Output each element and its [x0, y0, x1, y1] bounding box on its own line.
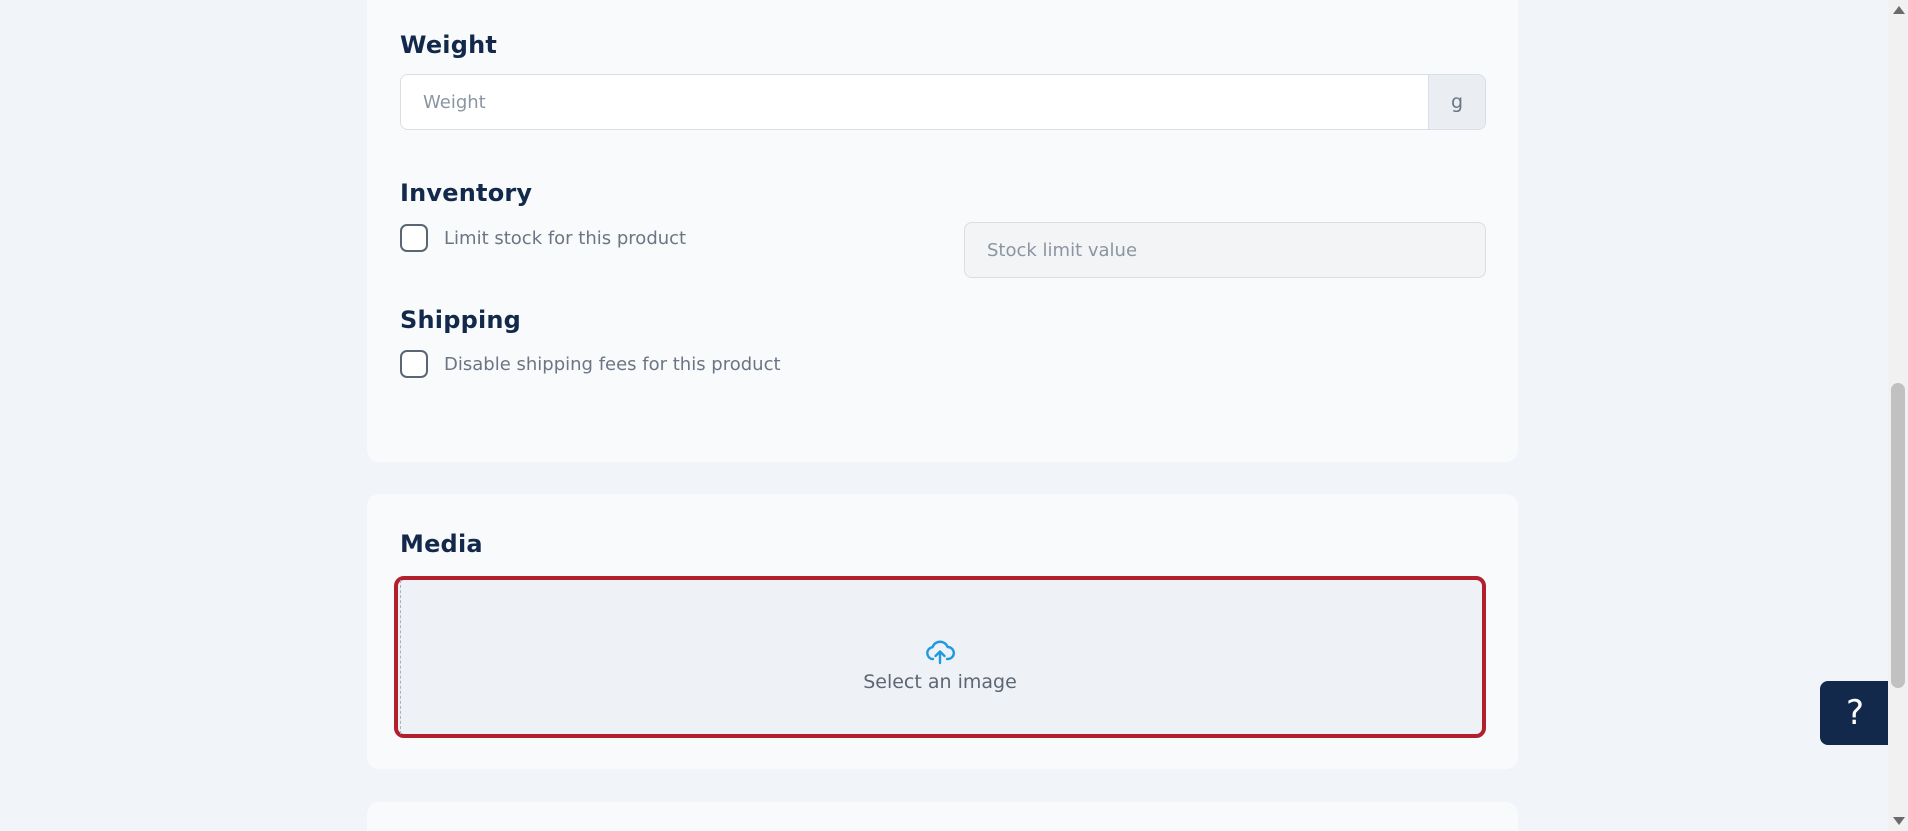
next-section-card: [367, 802, 1518, 831]
weight-input-group: g: [400, 74, 1486, 130]
dropzone-dashed-border: [400, 580, 401, 734]
limit-stock-option[interactable]: Limit stock for this product: [400, 224, 686, 252]
media-card: Media Select an image: [367, 494, 1518, 769]
scroll-thumb[interactable]: [1891, 383, 1905, 688]
image-dropzone[interactable]: Select an image: [394, 576, 1486, 738]
help-button[interactable]: ?: [1820, 681, 1890, 745]
upload-label: Select an image: [863, 671, 1017, 693]
media-title: Media: [400, 530, 483, 558]
disable-shipping-label: Disable shipping fees for this product: [444, 353, 781, 375]
scroll-down-arrow-icon[interactable]: [1893, 817, 1905, 825]
weight-unit-addon: g: [1428, 75, 1485, 129]
cloud-upload-icon: [926, 640, 955, 665]
page-scrollbar[interactable]: [1888, 0, 1908, 831]
scroll-up-arrow-icon[interactable]: [1893, 6, 1905, 14]
shipping-title: Shipping: [400, 306, 522, 334]
limit-stock-checkbox[interactable]: [400, 224, 428, 252]
weight-input[interactable]: [401, 75, 1428, 129]
stock-limit-input[interactable]: [964, 222, 1486, 278]
inventory-title: Inventory: [400, 179, 533, 207]
product-details-card: Weight g Inventory Limit stock for this …: [367, 0, 1518, 462]
limit-stock-label: Limit stock for this product: [444, 227, 687, 249]
disable-shipping-checkbox[interactable]: [400, 350, 428, 378]
disable-shipping-option[interactable]: Disable shipping fees for this product: [400, 350, 781, 378]
help-icon: ?: [1845, 693, 1865, 733]
weight-title: Weight: [400, 31, 498, 59]
product-form-page: Weight g Inventory Limit stock for this …: [0, 0, 1908, 831]
